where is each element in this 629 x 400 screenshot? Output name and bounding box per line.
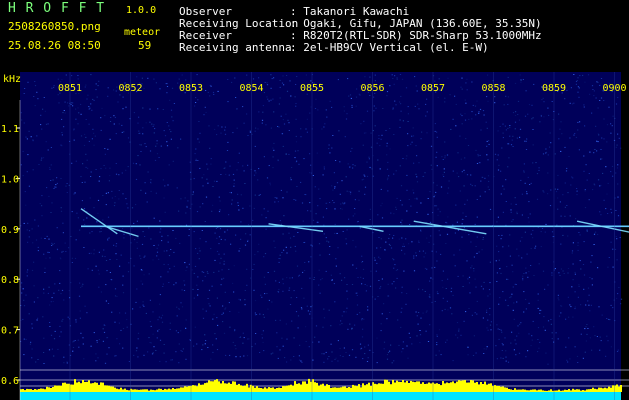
- x-tick-label-9: 0900: [603, 83, 627, 94]
- y-tick-label-0: 1.1: [1, 124, 19, 135]
- x-tick-label-8: 0859: [542, 83, 566, 94]
- y-tick-label-3: 0.8: [1, 275, 19, 286]
- y-tick-label-1: 1.0: [1, 174, 19, 185]
- x-tick-label-2: 0853: [179, 83, 203, 94]
- x-tick-label-3: 0854: [240, 83, 264, 94]
- x-tick-label-4: 0855: [300, 83, 324, 94]
- y-tick-label-5: 0.6: [1, 376, 19, 387]
- x-tick-label-1: 0852: [119, 83, 143, 94]
- y-tick-label-2: 0.9: [1, 225, 19, 236]
- x-tick-label-0: 0851: [58, 83, 82, 94]
- x-tick-label-5: 0856: [361, 83, 385, 94]
- x-tick-label-7: 0858: [482, 83, 506, 94]
- x-tick-label-6: 0857: [421, 83, 445, 94]
- y-tick-label-4: 0.7: [1, 326, 19, 337]
- y-axis-label: kHz: [3, 74, 21, 85]
- spectrogram-chart: kHz 0851 0852 0853 0854 0855 0856 0857 0858 0859…: [1, 72, 629, 400]
